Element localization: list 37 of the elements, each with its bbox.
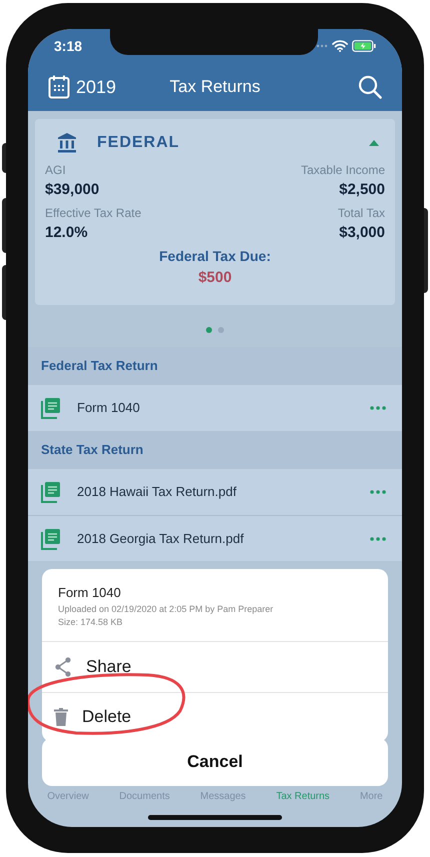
file-row[interactable]: 2018 Hawaii Tax Return.pdf <box>28 469 402 515</box>
stat-value: 12.0% <box>45 222 88 242</box>
calendar-icon[interactable] <box>48 75 70 99</box>
stat-label: AGI <box>45 162 66 179</box>
stat-value: $3,000 <box>339 222 385 242</box>
stat-label: Total Tax <box>338 204 385 222</box>
battery-icon <box>352 40 376 52</box>
file-row[interactable]: Form 1040 <box>28 385 402 431</box>
more-icon[interactable] <box>370 406 386 410</box>
section-header: Federal Tax Return <box>41 357 158 376</box>
share-icon <box>54 656 72 676</box>
more-icon[interactable] <box>370 536 386 540</box>
year-label[interactable]: 2019 <box>76 74 116 100</box>
sheet-file-name: Form 1040 <box>58 584 122 602</box>
file-detail: Uploaded on 02/19/2020 at 2:05 PM by Pam Preparer <box>58 602 274 616</box>
trash-icon <box>54 708 68 726</box>
collapse-caret-icon[interactable] <box>369 140 379 146</box>
search-icon[interactable] <box>358 75 382 99</box>
wifi-icon <box>332 40 348 52</box>
action-row[interactable]: Share <box>42 642 388 692</box>
pdf-file-icon <box>41 397 61 419</box>
bank-icon <box>57 133 77 153</box>
screen-title: Tax Returns <box>170 76 260 98</box>
stat-label: Taxable Income <box>300 162 385 179</box>
pdf-file-icon <box>41 481 61 503</box>
more-icon[interactable] <box>370 490 386 494</box>
stat-value: $2,500 <box>339 180 385 200</box>
stat-label: Effective Tax Rate <box>45 204 142 222</box>
section-header: State Tax Return <box>41 441 144 460</box>
pdf-file-icon <box>41 528 61 550</box>
cancel-button[interactable]: Cancel <box>42 738 388 786</box>
tax-due-value: $500 <box>198 268 232 288</box>
tax-due-label: Federal Tax Due: <box>159 247 271 266</box>
file-detail: Size: 174.58 KB <box>58 616 124 628</box>
card-title: FEDERAL <box>97 133 180 153</box>
stat-value: $39,000 <box>45 180 100 200</box>
status-time: 3:18 <box>54 36 82 56</box>
